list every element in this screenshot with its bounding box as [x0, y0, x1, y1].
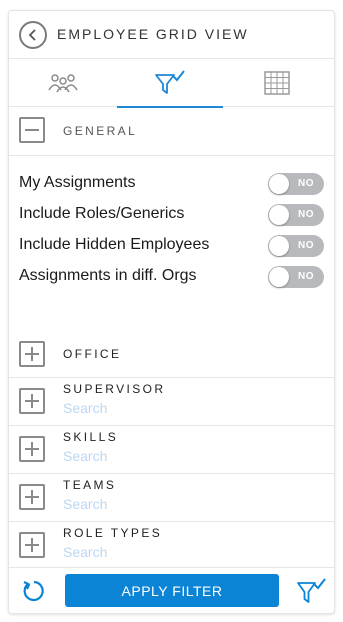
panel-footer: APPLY FILTER [9, 567, 334, 613]
section-teams-label: TEAMS [63, 478, 117, 492]
reset-icon[interactable] [21, 578, 47, 604]
section-supervisor-label: SUPERVISOR [63, 382, 166, 396]
people-icon [48, 74, 78, 93]
toggle-row-include-roles: Include Roles/Generics NO [19, 204, 324, 226]
grid-icon [264, 71, 290, 95]
section-teams[interactable]: TEAMS Search [9, 474, 334, 522]
supervisor-search-input[interactable]: Search [63, 400, 107, 416]
toggle-row-diff-orgs: Assignments in diff. Orgs NO [19, 266, 324, 288]
role-types-search-input[interactable]: Search [63, 544, 107, 560]
toggle-row-my-assignments: My Assignments NO [19, 173, 324, 195]
tab-people[interactable] [10, 59, 116, 107]
filter-panel: EMPLOYEE GRID VIEW GENERAL My Assignment… [8, 10, 335, 614]
toggle-knob [269, 267, 289, 287]
toggle-state: NO [298, 209, 314, 220]
section-office[interactable]: OFFICE [9, 333, 334, 378]
diff-orgs-toggle[interactable]: NO [268, 266, 324, 288]
toggle-state: NO [298, 271, 314, 282]
toggle-label: Include Hidden Employees [19, 236, 210, 253]
apply-filter-button[interactable]: APPLY FILTER [65, 574, 279, 607]
toggle-label: Assignments in diff. Orgs [19, 267, 197, 284]
section-office-label: OFFICE [63, 347, 122, 361]
section-general-label: GENERAL [63, 124, 138, 138]
toggle-knob [269, 205, 289, 225]
back-button[interactable] [19, 21, 47, 49]
section-role-types-label: ROLE TYPES [63, 526, 163, 540]
page-title: EMPLOYEE GRID VIEW [57, 26, 249, 42]
expand-icon[interactable] [19, 341, 45, 367]
collapse-icon[interactable] [19, 117, 45, 143]
filter-check-icon[interactable] [296, 576, 326, 606]
panel-header: EMPLOYEE GRID VIEW [9, 11, 334, 59]
toggle-state: NO [298, 178, 314, 189]
tab-grid[interactable] [224, 59, 330, 107]
section-skills-label: SKILLS [63, 430, 119, 444]
toggle-knob [269, 174, 289, 194]
teams-search-input[interactable]: Search [63, 496, 107, 512]
expand-icon[interactable] [19, 532, 45, 558]
expand-icon[interactable] [19, 484, 45, 510]
expand-icon[interactable] [19, 388, 45, 414]
skills-search-input[interactable]: Search [63, 448, 107, 464]
toggle-label: My Assignments [19, 174, 136, 191]
section-skills[interactable]: SKILLS Search [9, 426, 334, 474]
toggle-label: Include Roles/Generics [19, 205, 185, 222]
tab-filter[interactable] [117, 59, 223, 108]
view-tabs [9, 59, 334, 108]
chevron-left-icon [28, 29, 36, 41]
my-assignments-toggle[interactable]: NO [268, 173, 324, 195]
filter-check-icon [155, 70, 185, 94]
section-supervisor[interactable]: SUPERVISOR Search [9, 378, 334, 426]
toggle-row-hidden-employees: Include Hidden Employees NO [19, 235, 324, 257]
include-hidden-toggle[interactable]: NO [268, 235, 324, 257]
include-roles-toggle[interactable]: NO [268, 204, 324, 226]
expand-icon[interactable] [19, 436, 45, 462]
toggle-knob [269, 236, 289, 256]
section-role-types[interactable]: ROLE TYPES Search [9, 522, 334, 569]
section-general[interactable]: GENERAL [9, 108, 334, 156]
toggle-state: NO [298, 240, 314, 251]
